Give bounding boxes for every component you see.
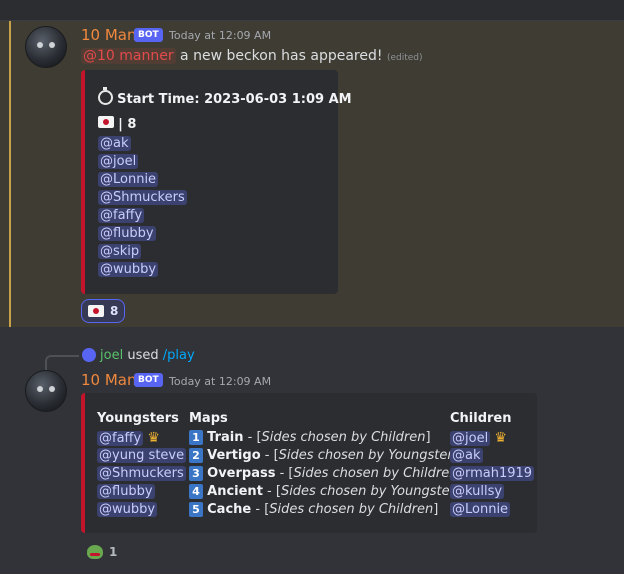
stopwatch-icon: [98, 87, 113, 105]
user-mention[interactable]: @ak: [450, 448, 483, 463]
start-time-line: Start Time: 2023-06-03 1:09 AM: [98, 87, 352, 107]
user-mention[interactable]: @flubby: [98, 226, 156, 241]
user-mention[interactable]: @Shmuckers: [98, 190, 187, 205]
user-mention[interactable]: @kullsy: [450, 484, 505, 499]
timestamp[interactable]: Today at 12:09 AM: [169, 375, 271, 388]
map-row: 2 Vertigo - [Sides chosen by Youngsters]: [189, 448, 465, 463]
map-row: 5 Cache - [Sides chosen by Children]: [189, 502, 438, 517]
user-mention[interactable]: @Lonnie: [450, 502, 511, 517]
top-divider: [0, 0, 624, 21]
edited-label: (edited): [386, 53, 423, 63]
flag-icon: [88, 305, 104, 317]
bot-badge: BOT: [134, 28, 163, 42]
reply-user[interactable]: joel: [100, 348, 123, 363]
avatar[interactable]: [25, 370, 67, 412]
user-mention[interactable]: @rmah1919: [450, 466, 535, 481]
message-content: @10 manner a new beckon has appeared! (e…: [81, 48, 423, 64]
maps-title: Maps: [189, 411, 228, 426]
user-mention[interactable]: @joel: [98, 154, 139, 169]
reaction-count: 8: [110, 304, 119, 318]
crown-icon: ♛: [147, 430, 160, 446]
bot-badge: BOT: [134, 373, 163, 387]
map-row: 1 Train - [Sides chosen by Children]: [189, 430, 431, 445]
user-mention[interactable]: @faffy: [98, 208, 145, 223]
username[interactable]: 10 Man: [81, 26, 137, 44]
reaction-frog[interactable]: 1: [81, 541, 123, 563]
frog-icon: [87, 545, 103, 559]
reaction-count: 1: [109, 545, 118, 559]
user-mention[interactable]: @yung steve: [97, 448, 187, 463]
message-text: a new beckon has appeared!: [175, 48, 383, 64]
username[interactable]: 10 Man: [81, 371, 137, 389]
crown-icon: ♛: [494, 430, 507, 446]
user-mention[interactable]: @faffy: [97, 431, 144, 446]
flag-icon: [98, 116, 114, 128]
role-mention[interactable]: @10 manner: [81, 48, 176, 64]
user-mention[interactable]: @wubby: [97, 502, 158, 517]
reply-used-text: used: [127, 348, 159, 363]
user-mention[interactable]: @flubby: [97, 484, 155, 499]
map-row: 3 Overpass - [Sides chosen by Children]: [189, 466, 463, 481]
discord-icon: [82, 348, 96, 362]
command-reply-line: joel used /play: [100, 348, 195, 363]
user-mention[interactable]: @Shmuckers: [97, 466, 186, 481]
children-title: Children: [450, 411, 512, 426]
avatar[interactable]: [25, 26, 67, 68]
slash-command[interactable]: /play: [163, 348, 195, 363]
user-mention[interactable]: @Lonnie: [98, 172, 159, 187]
start-time-label: Start Time:: [117, 92, 205, 107]
start-time-value: 2023-06-03 1:09 AM: [204, 92, 352, 107]
reply-connector: [45, 355, 79, 371]
teams-embed: Youngsters @faffy ♛ @yung steve @Shmucke…: [81, 393, 537, 533]
user-mention[interactable]: @skip: [98, 244, 142, 259]
timestamp[interactable]: Today at 12:09 AM: [169, 29, 271, 42]
count-text: | 8: [118, 117, 137, 132]
user-mention[interactable]: @joel: [450, 431, 491, 446]
user-mention[interactable]: @ak: [98, 136, 131, 151]
map-row: 4 Ancient - [Sides chosen by Youngsters]: [189, 484, 467, 499]
beckon-embed: Start Time: 2023-06-03 1:09 AM | 8 @ak @…: [81, 70, 352, 294]
reaction-flag[interactable]: 8: [81, 299, 126, 323]
count-line: | 8: [98, 116, 136, 132]
user-mention[interactable]: @wubby: [98, 262, 159, 277]
youngsters-title: Youngsters: [97, 411, 179, 426]
mention-highlight-bar: [9, 21, 11, 327]
